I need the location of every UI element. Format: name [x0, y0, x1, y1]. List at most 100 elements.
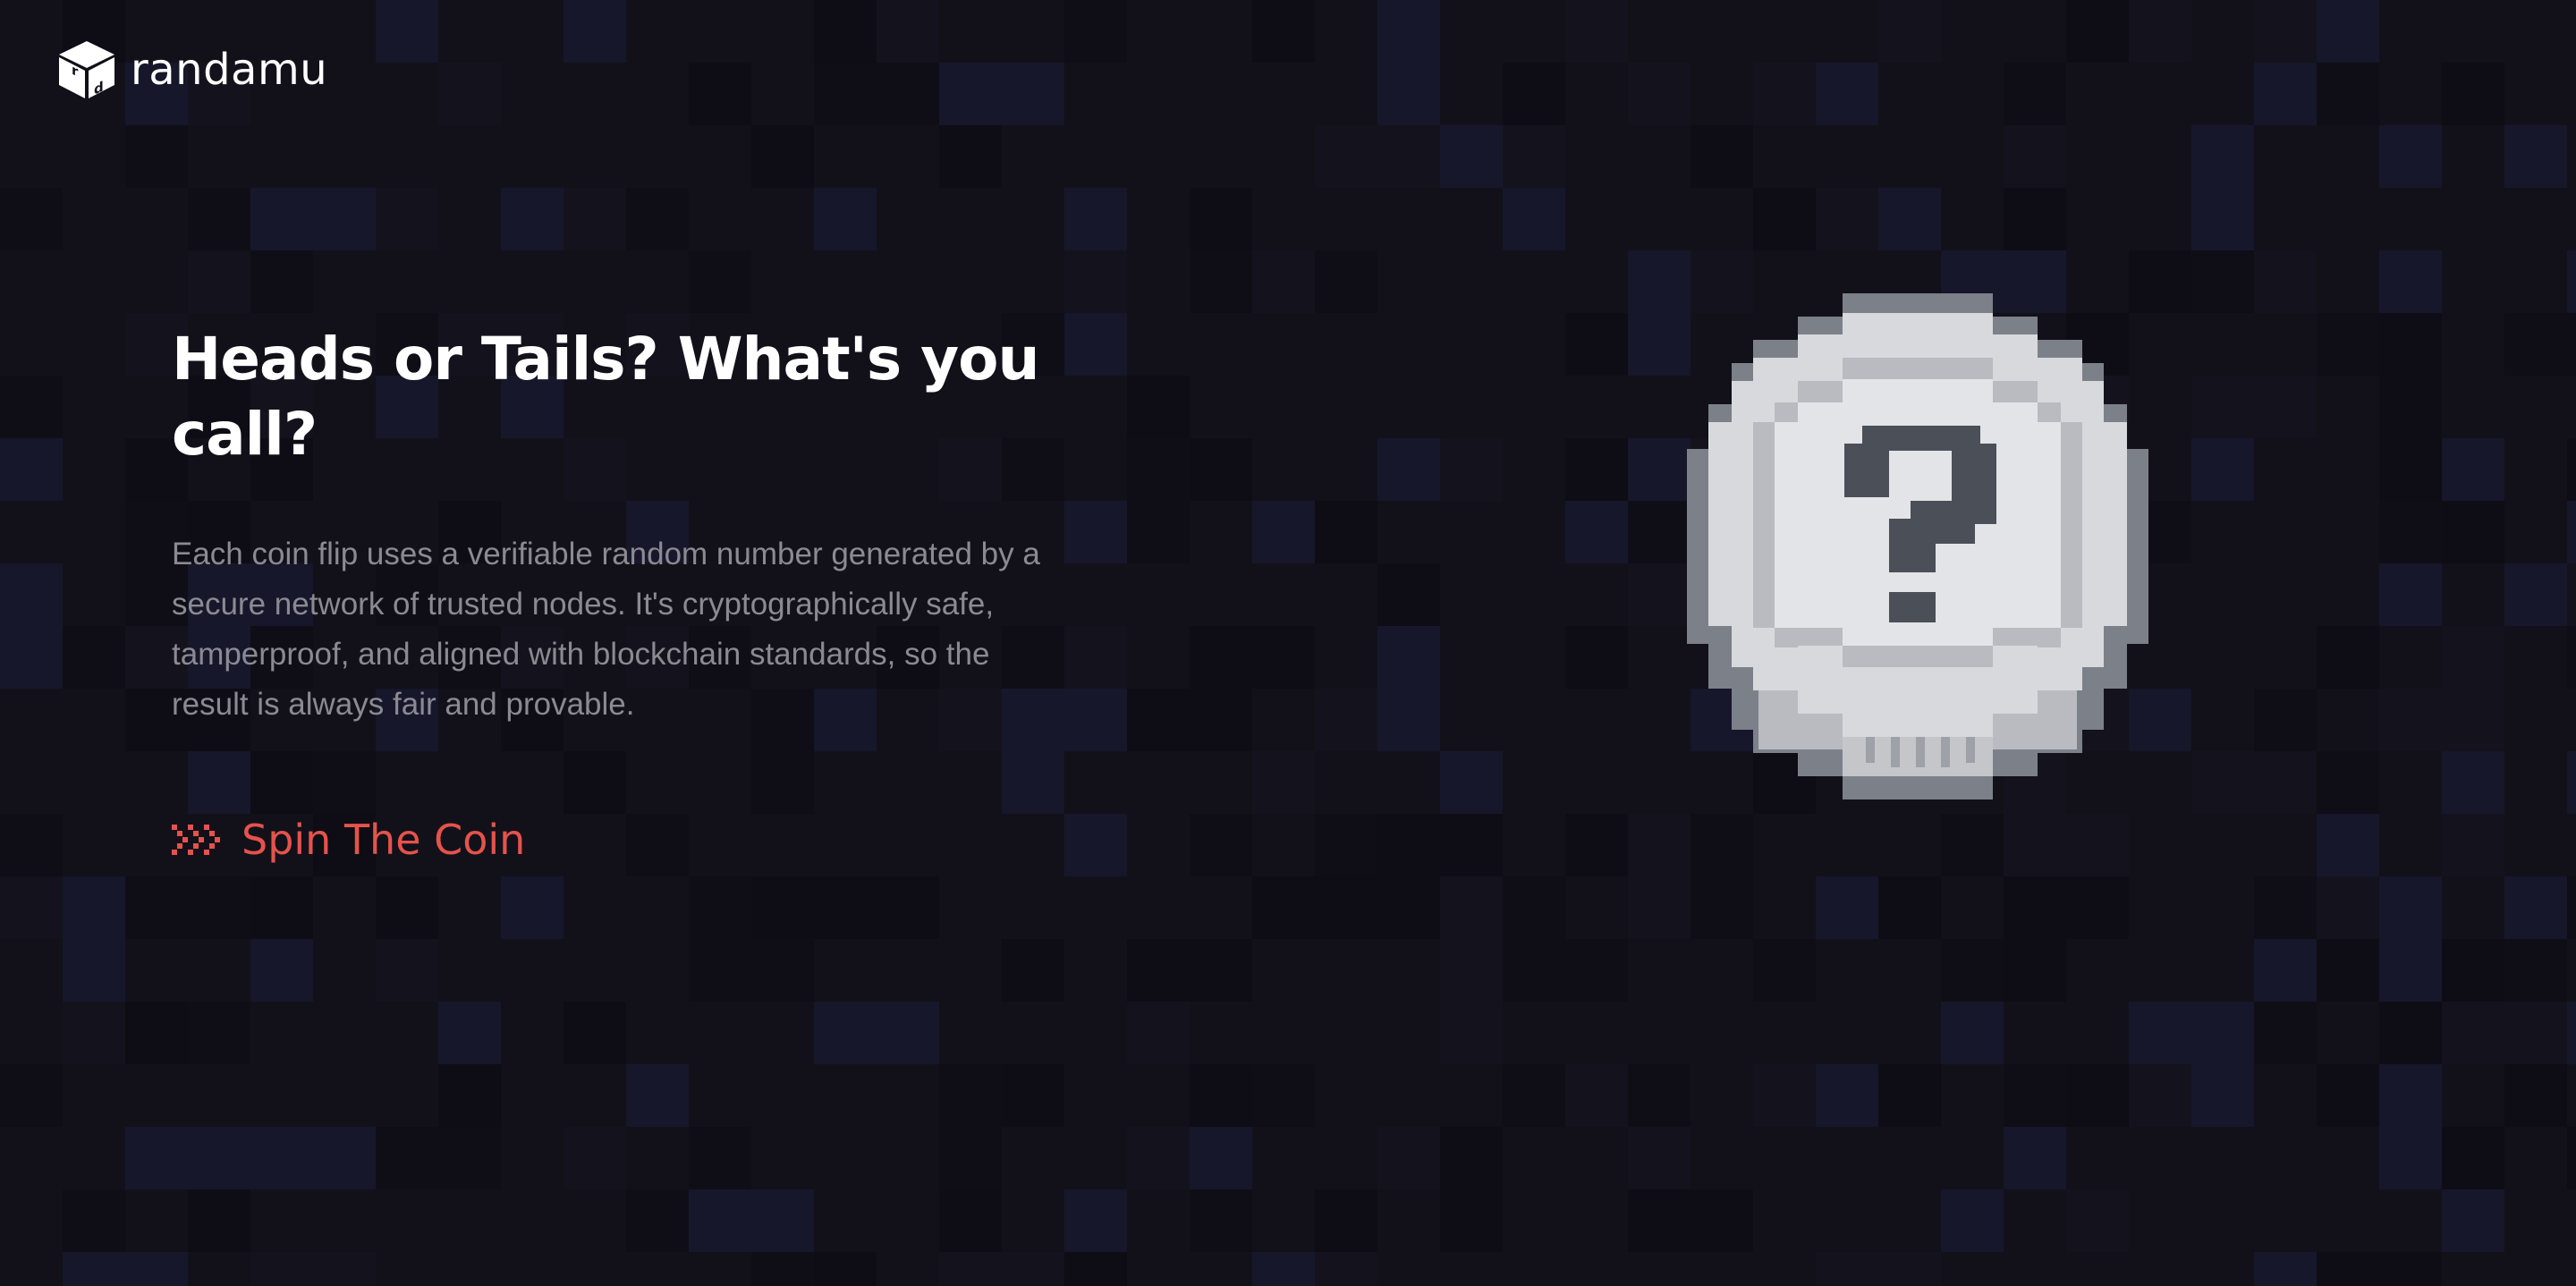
background-pixel [125, 1252, 188, 1286]
background-pixel [2004, 125, 2066, 188]
background-pixel [438, 1127, 501, 1189]
background-pixel [2504, 939, 2567, 1002]
background-pixel [1002, 939, 1064, 1002]
background-pixel [1690, 125, 1753, 188]
background-pixel [250, 1127, 313, 1189]
background-pixel [939, 1127, 1002, 1189]
background-pixel [2504, 1002, 2567, 1064]
background-pixel [1941, 939, 2004, 1002]
svg-text:d: d [94, 78, 104, 98]
background-pixel [501, 188, 564, 250]
background-pixel [2317, 1252, 2379, 1286]
background-pixel [1190, 1064, 1252, 1127]
background-pixel [1941, 1002, 2004, 1064]
background-pixel [376, 188, 438, 250]
pixel-coin-image [1687, 293, 2148, 800]
background-pixel [0, 188, 63, 250]
background-pixel [1565, 313, 1628, 376]
background-pixel [939, 1252, 1002, 1286]
background-pixel [1628, 313, 1690, 376]
background-pixel [1190, 626, 1252, 689]
background-pixel [1440, 438, 1503, 501]
background-pixel [188, 188, 250, 250]
background-pixel [1190, 939, 1252, 1002]
background-pixel [1565, 501, 1628, 563]
cube-logo-icon[interactable]: r d [55, 39, 118, 100]
background-pixel [1690, 1189, 1753, 1252]
background-pixel [1941, 1189, 2004, 1252]
background-pixel [1440, 125, 1503, 188]
background-pixel [1315, 125, 1377, 188]
background-pixel [2442, 1002, 2504, 1064]
background-pixel [1190, 250, 1252, 313]
spin-the-coin-button[interactable]: Spin The Coin [172, 819, 525, 860]
background-pixel [1628, 1127, 1690, 1189]
coin[interactable] [1687, 293, 2148, 800]
brand-name[interactable]: randamu [131, 48, 327, 91]
background-pixel [1252, 0, 1315, 63]
background-pixel [2442, 501, 2504, 563]
background-pixel [1127, 501, 1190, 563]
background-pixel [939, 63, 1002, 125]
background-pixel [2379, 1252, 2442, 1286]
background-pixel [1377, 125, 1440, 188]
background-pixel [1064, 0, 1127, 63]
hero-title: Heads or Tails? What's you call? [172, 325, 1039, 469]
background-pixel [1816, 188, 1878, 250]
background-pixel [250, 188, 313, 250]
background-pixel [2129, 1002, 2191, 1064]
background-pixel [2004, 939, 2066, 1002]
background-pixel [1816, 876, 1878, 939]
background-pixel [1565, 0, 1628, 63]
background-pixel [814, 1252, 877, 1286]
background-pixel [1190, 814, 1252, 876]
background-pixel [1628, 814, 1690, 876]
background-pixel [1377, 438, 1440, 501]
background-pixel [188, 876, 250, 939]
background-pixel [2379, 563, 2442, 626]
background-pixel [626, 1189, 689, 1252]
background-pixel [2379, 376, 2442, 438]
background-pixel [1440, 876, 1503, 939]
background-pixel [313, 1252, 376, 1286]
background-pixel [2442, 939, 2504, 1002]
background-pixel [814, 876, 877, 939]
background-pixel [939, 125, 1002, 188]
background-pixel [2254, 250, 2317, 313]
background-pixel [2379, 125, 2442, 188]
background-pixel [1190, 689, 1252, 751]
background-pixel [2004, 1064, 2066, 1127]
background-pixel [0, 1064, 63, 1127]
background-pixel [2254, 376, 2317, 438]
hero-section: Heads or Tails? What's you call? Each co… [172, 322, 1075, 860]
background-pixel [1816, 1064, 1878, 1127]
background-pixel [188, 1189, 250, 1252]
background-pixel [1252, 1064, 1315, 1127]
background-pixel [2066, 0, 2129, 63]
background-pixel [1878, 1064, 1941, 1127]
background-pixel [877, 1002, 939, 1064]
background-pixel [751, 1252, 814, 1286]
background-pixel [2379, 1064, 2442, 1127]
background-pixel [2191, 188, 2254, 250]
background-pixel [877, 876, 939, 939]
background-pixel [2191, 125, 2254, 188]
background-pixel [1127, 1127, 1190, 1189]
background-pixel [63, 1002, 125, 1064]
background-pixel [814, 1002, 877, 1064]
background-pixel [564, 1127, 626, 1189]
background-pixel [2317, 0, 2379, 63]
background-pixel [2379, 313, 2442, 376]
background-pixel [2191, 438, 2254, 501]
background-pixel [2191, 250, 2254, 313]
background-pixel [1252, 876, 1315, 939]
background-pixel [939, 1189, 1002, 1252]
background-pixel [2379, 501, 2442, 563]
background-pixel [1440, 939, 1503, 1002]
background-pixel [2567, 1127, 2576, 1189]
background-pixel [626, 1064, 689, 1127]
background-pixel [250, 1252, 313, 1286]
background-pixel [751, 1189, 814, 1252]
background-pixel [2066, 814, 2129, 876]
background-pixel [1565, 939, 1628, 1002]
